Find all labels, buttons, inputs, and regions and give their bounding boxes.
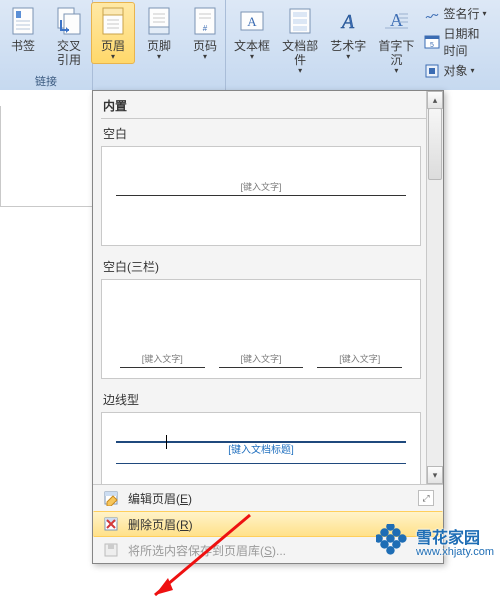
chevron-down-icon: ▾	[203, 53, 207, 61]
placeholder-text: [键入文字]	[240, 354, 281, 364]
ribbon: 书签 交叉 引用 链接 页眉 ▾ 页	[0, 0, 500, 91]
datetime-label: 日期和时间	[443, 25, 490, 59]
crossref-button[interactable]: 交叉 引用	[47, 2, 91, 70]
dropcap-icon: A	[380, 5, 412, 37]
divider	[101, 118, 439, 119]
textbox-label: 文本框	[234, 39, 270, 53]
chevron-down-icon: ▾	[111, 53, 115, 61]
footer-icon	[143, 5, 175, 37]
document-panel	[0, 106, 94, 207]
gallery-section-builtin: 内置	[101, 95, 439, 118]
gallery-item-blank3[interactable]: [键入文字] [键入文字] [键入文字]	[101, 279, 421, 379]
pagenum-button[interactable]: # 页码 ▾	[183, 2, 227, 64]
ribbon-group-text: A 文本框 ▾ 文档部件 ▾ A 艺术字 ▾ A	[226, 0, 500, 90]
chevron-down-icon: ▾	[157, 53, 161, 61]
crossref-icon	[53, 5, 85, 37]
chevron-down-icon: ▾	[346, 53, 350, 61]
footer-label: 页脚	[147, 39, 171, 53]
object-label: 对象	[443, 62, 467, 79]
menu-label: 编辑页眉(E)	[128, 490, 192, 507]
edit-header-icon	[102, 489, 120, 507]
text-cursor	[166, 435, 167, 449]
placeholder-text: [键入文档标题]	[228, 441, 294, 456]
dropcap-label: 首字下沉	[376, 39, 416, 67]
svg-text:#: #	[203, 24, 208, 33]
pagenum-icon: #	[189, 5, 221, 37]
signature-label: 签名行	[443, 5, 479, 22]
item-title-blank3: 空白(三栏)	[101, 256, 439, 279]
textbox-icon: A	[236, 5, 268, 37]
signature-button[interactable]: 签名行 ▾	[422, 4, 492, 23]
item-title-blank: 空白	[101, 123, 439, 146]
group-title-links: 链接	[4, 71, 88, 90]
menu-label: 删除页眉(R)	[128, 516, 193, 533]
menu-label: 将所选内容保存到页眉库(S)...	[128, 542, 286, 559]
wordart-button[interactable]: A 艺术字 ▾	[326, 2, 370, 80]
parts-icon	[284, 5, 316, 37]
ribbon-group-hf: 页眉 ▾ 页脚 ▾ # 页码 ▾	[93, 0, 226, 90]
ribbon-group-links: 书签 交叉 引用 链接	[0, 0, 93, 90]
gallery-item-blank[interactable]: [键入文字]	[101, 146, 421, 246]
wordart-label: 艺术字	[330, 39, 366, 53]
header-icon	[97, 5, 129, 37]
gallery-item-border[interactable]: [键入文档标题]	[101, 412, 421, 484]
svg-text:A: A	[247, 14, 257, 29]
document-area: 内置 空白 [键入文字] 空白(三栏) [键入文字] [键入文字] [键入文字]…	[0, 90, 500, 564]
signature-icon	[424, 6, 440, 22]
remove-header-icon	[102, 515, 120, 533]
object-button[interactable]: 对象 ▾	[422, 61, 492, 80]
item-title-border: 边线型	[101, 389, 439, 412]
pagenum-label: 页码	[193, 39, 217, 53]
placeholder-text: [键入文字]	[339, 354, 380, 364]
svg-text:A: A	[340, 11, 355, 33]
header-label: 页眉	[101, 39, 125, 53]
datetime-button[interactable]: 5 日期和时间	[422, 24, 492, 60]
parts-button[interactable]: 文档部件 ▾	[276, 2, 324, 80]
rule-line	[116, 195, 406, 196]
footer-button[interactable]: 页脚 ▾	[137, 2, 181, 64]
scroll-thumb[interactable]	[428, 108, 442, 180]
watermark: 雪花家园 www.xhjaty.com	[376, 524, 494, 558]
bookmark-label: 书签	[11, 39, 35, 53]
expand-icon[interactable]: ⤢	[418, 490, 434, 506]
watermark-logo-icon	[376, 524, 410, 558]
watermark-name: 雪花家园	[416, 530, 480, 547]
watermark-url: www.xhjaty.com	[416, 546, 494, 558]
bookmark-icon	[7, 5, 39, 37]
object-icon	[424, 63, 440, 79]
chevron-down-icon: ▾	[298, 67, 302, 75]
header-gallery-dropdown: 内置 空白 [键入文字] 空白(三栏) [键入文字] [键入文字] [键入文字]…	[92, 90, 444, 564]
scroll-up-button[interactable]: ▴	[427, 91, 443, 109]
menu-edit-header[interactable]: 编辑页眉(E) ⤢	[93, 485, 443, 511]
wordart-icon: A	[332, 5, 364, 37]
chevron-down-icon: ▾	[470, 67, 474, 75]
save-gallery-icon	[102, 541, 120, 559]
scrollbar[interactable]: ▴ ▾	[426, 91, 443, 484]
svg-text:5: 5	[430, 42, 434, 49]
bookmark-button[interactable]: 书签	[1, 2, 45, 70]
parts-label: 文档部件	[280, 39, 320, 67]
placeholder-text: [键入文字]	[240, 182, 281, 192]
svg-text:A: A	[390, 10, 403, 30]
chevron-down-icon: ▾	[250, 53, 254, 61]
header-button[interactable]: 页眉 ▾	[91, 2, 135, 64]
mini-stack: 签名行 ▾ 5 日期和时间 对象 ▾	[422, 2, 496, 80]
dropcap-button[interactable]: A 首字下沉 ▾	[372, 2, 420, 80]
crossref-label: 交叉 引用	[57, 39, 81, 67]
scroll-down-button[interactable]: ▾	[427, 466, 443, 484]
datetime-icon: 5	[424, 34, 440, 50]
placeholder-text: [键入文字]	[142, 354, 183, 364]
gallery-scroll: 内置 空白 [键入文字] 空白(三栏) [键入文字] [键入文字] [键入文字]…	[93, 91, 443, 484]
chevron-down-icon: ▾	[482, 10, 486, 18]
textbox-button[interactable]: A 文本框 ▾	[230, 2, 274, 80]
chevron-down-icon: ▾	[394, 67, 398, 75]
